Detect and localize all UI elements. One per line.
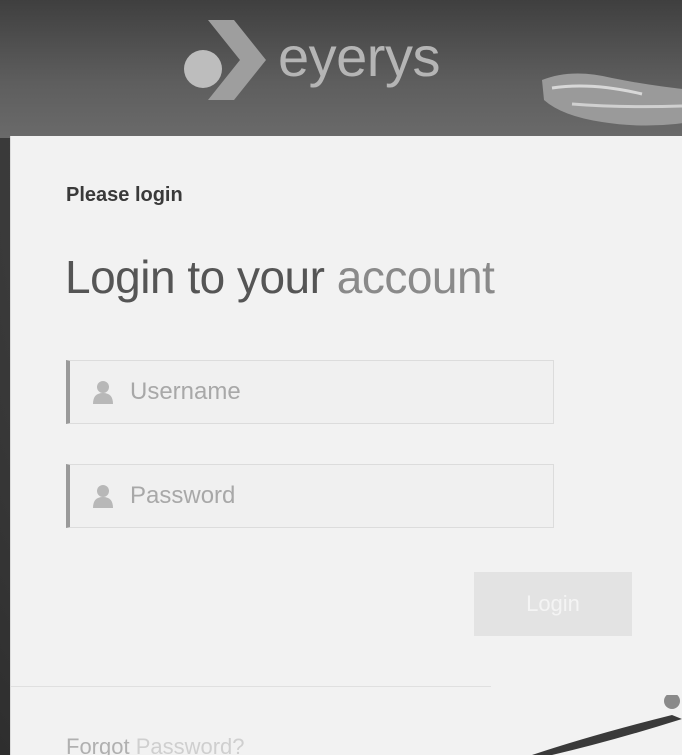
hand-image <box>542 73 682 126</box>
logo-mark-icon <box>184 20 274 100</box>
username-field[interactable] <box>66 360 554 424</box>
password-input[interactable] <box>128 481 512 511</box>
brand-logo[interactable]: eyerys <box>184 10 440 110</box>
user-icon <box>93 485 113 508</box>
logo-chevron-icon <box>208 20 266 100</box>
password-field[interactable] <box>66 464 554 528</box>
username-input[interactable] <box>128 377 512 407</box>
forgot-text-accent: Password? <box>135 734 245 755</box>
divider <box>11 686 491 687</box>
title-text-accent: account <box>336 251 495 303</box>
login-card: Please login Login to your account Login… <box>10 136 682 755</box>
title-text: Login to your <box>65 251 337 303</box>
header-banner: eyerys <box>0 0 682 138</box>
forgot-text: Forgot <box>66 734 136 755</box>
pen-image <box>532 695 682 755</box>
forgot-password-link[interactable]: Forgot Password? <box>66 734 245 755</box>
login-button[interactable]: Login <box>474 572 632 636</box>
logo-text: eyerys <box>278 24 440 88</box>
login-kicker: Please login <box>66 184 183 206</box>
user-icon <box>93 381 113 404</box>
page-title: Login to your account <box>65 250 495 304</box>
